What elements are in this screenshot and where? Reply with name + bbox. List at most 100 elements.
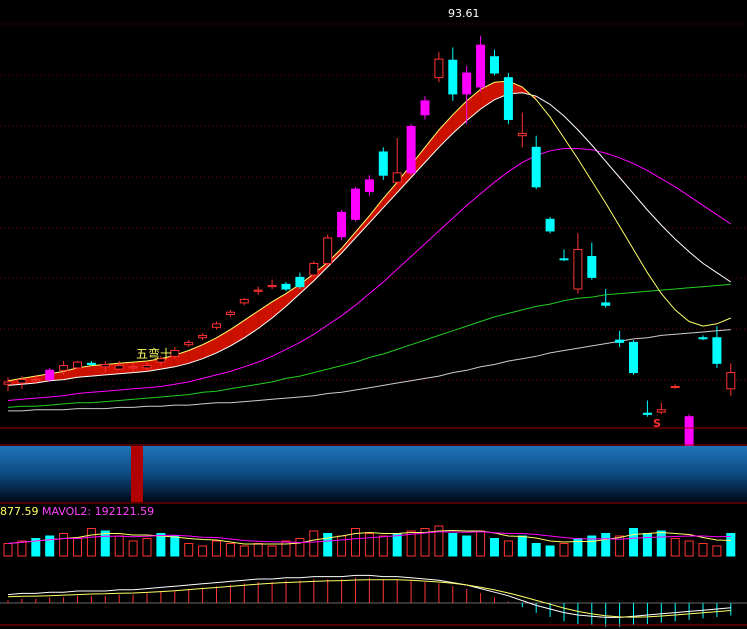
ribbon-segment-49 (689, 251, 703, 327)
ribbon-segment-31 (438, 114, 453, 148)
sell-signal-marker: S (653, 417, 661, 430)
candle-3 (45, 367, 55, 382)
ribbon-segment-18 (258, 301, 273, 329)
ma-green-line (7, 283, 731, 408)
volume-bar-28 (392, 533, 402, 557)
candlesticks (3, 35, 736, 454)
candle-44 (615, 330, 625, 348)
volume-bar-48 (670, 538, 680, 557)
volume-bar-36 (503, 540, 513, 557)
volume-bar-27 (378, 535, 388, 557)
volume-bar-22 (309, 530, 319, 557)
candle-body (142, 365, 152, 369)
candle-38 (531, 135, 541, 190)
candle-body (490, 56, 499, 74)
candle-36 (503, 73, 513, 125)
candle-6 (86, 360, 96, 366)
candle-35 (490, 49, 499, 76)
signal-band-bg (0, 446, 747, 502)
moving-averages (7, 80, 732, 412)
candle-body (698, 337, 708, 340)
candle-21 (295, 272, 305, 289)
candle-body (128, 366, 138, 369)
candle-26 (364, 175, 374, 197)
volume-bar-21 (295, 538, 305, 557)
peak-label: 93.61 (448, 7, 480, 20)
signal-band-marker (131, 446, 143, 502)
volume-bar-10 (142, 538, 152, 557)
candle-8 (114, 360, 124, 371)
candle-body (573, 249, 583, 290)
volume-bar-23 (323, 533, 333, 557)
ribbon-segment-48 (675, 239, 690, 322)
candle-body (601, 302, 611, 306)
volume-bar-40 (559, 543, 569, 557)
candle-20 (281, 282, 291, 292)
volume-bar-6 (86, 528, 96, 557)
candle-body (448, 59, 458, 95)
candle-14 (198, 333, 208, 341)
ribbon-segment-39 (550, 104, 564, 139)
volume-bar-33 (462, 535, 472, 557)
candle-16 (225, 309, 235, 317)
candle-body (59, 365, 69, 371)
candle-body (212, 323, 221, 328)
volume-bar-17 (239, 545, 249, 557)
ribbon-segment-30 (425, 129, 439, 163)
candle-body (378, 151, 388, 176)
candle-body (656, 409, 666, 413)
volume-bar-14 (198, 545, 208, 557)
ribbon-segment-50 (703, 263, 717, 327)
volume-bar-50 (698, 543, 708, 557)
candle-25 (351, 186, 360, 222)
volume-bar-49 (684, 540, 694, 557)
candle-42 (587, 242, 597, 280)
candle-body (629, 341, 638, 374)
volume-bar-12 (170, 535, 180, 557)
candle-37 (517, 112, 527, 148)
candle-body (309, 262, 319, 276)
candle-body (712, 337, 722, 364)
candle-body (198, 334, 208, 339)
volume-bar-39 (545, 545, 555, 557)
candle-15 (212, 321, 221, 330)
volume-bar-24 (337, 535, 347, 557)
volume-bar-19 (267, 545, 277, 557)
volume-bar-7 (100, 530, 110, 557)
volume-bar-32 (448, 533, 458, 557)
volume-bar-47 (656, 530, 666, 557)
volume-bar-16 (225, 543, 235, 557)
candle-34 (476, 35, 486, 92)
candle-29 (406, 124, 416, 176)
candle-51 (712, 326, 722, 368)
volume-bar-43 (601, 533, 611, 557)
chart-canvas[interactable]: 93.61 五弯十 S 877.59 MAVOL2: 192121.59 (0, 0, 747, 629)
candle-46 (642, 400, 652, 417)
candle-body (462, 72, 472, 95)
candle-body (100, 363, 110, 368)
volume-bar-20 (281, 540, 291, 557)
volume-bar-3 (45, 535, 55, 557)
candle-23 (323, 234, 333, 266)
candle-body (323, 237, 333, 264)
candle-22 (309, 261, 319, 278)
candle-48 (670, 384, 680, 389)
mavol1-line (7, 529, 731, 545)
candle-body (420, 100, 430, 116)
candle-body (17, 379, 27, 384)
candle-40 (559, 249, 569, 262)
candle-body (684, 416, 694, 450)
volume-bar-34 (476, 530, 486, 557)
ribbon-segment-47 (661, 225, 676, 310)
pattern-label: 五弯十 (136, 346, 172, 361)
candle-39 (545, 217, 555, 234)
candle-19 (267, 279, 277, 289)
volume-bar-13 (184, 543, 194, 557)
candle-body (531, 146, 541, 188)
candle-body (351, 188, 360, 220)
candle-28 (392, 138, 402, 185)
candle-body (239, 298, 249, 304)
stock-chart: 93.61 五弯十 S 877.59 MAVOL2: 192121.59 (0, 0, 747, 629)
volume-bar-15 (212, 540, 221, 557)
volume-bar-26 (364, 533, 374, 557)
